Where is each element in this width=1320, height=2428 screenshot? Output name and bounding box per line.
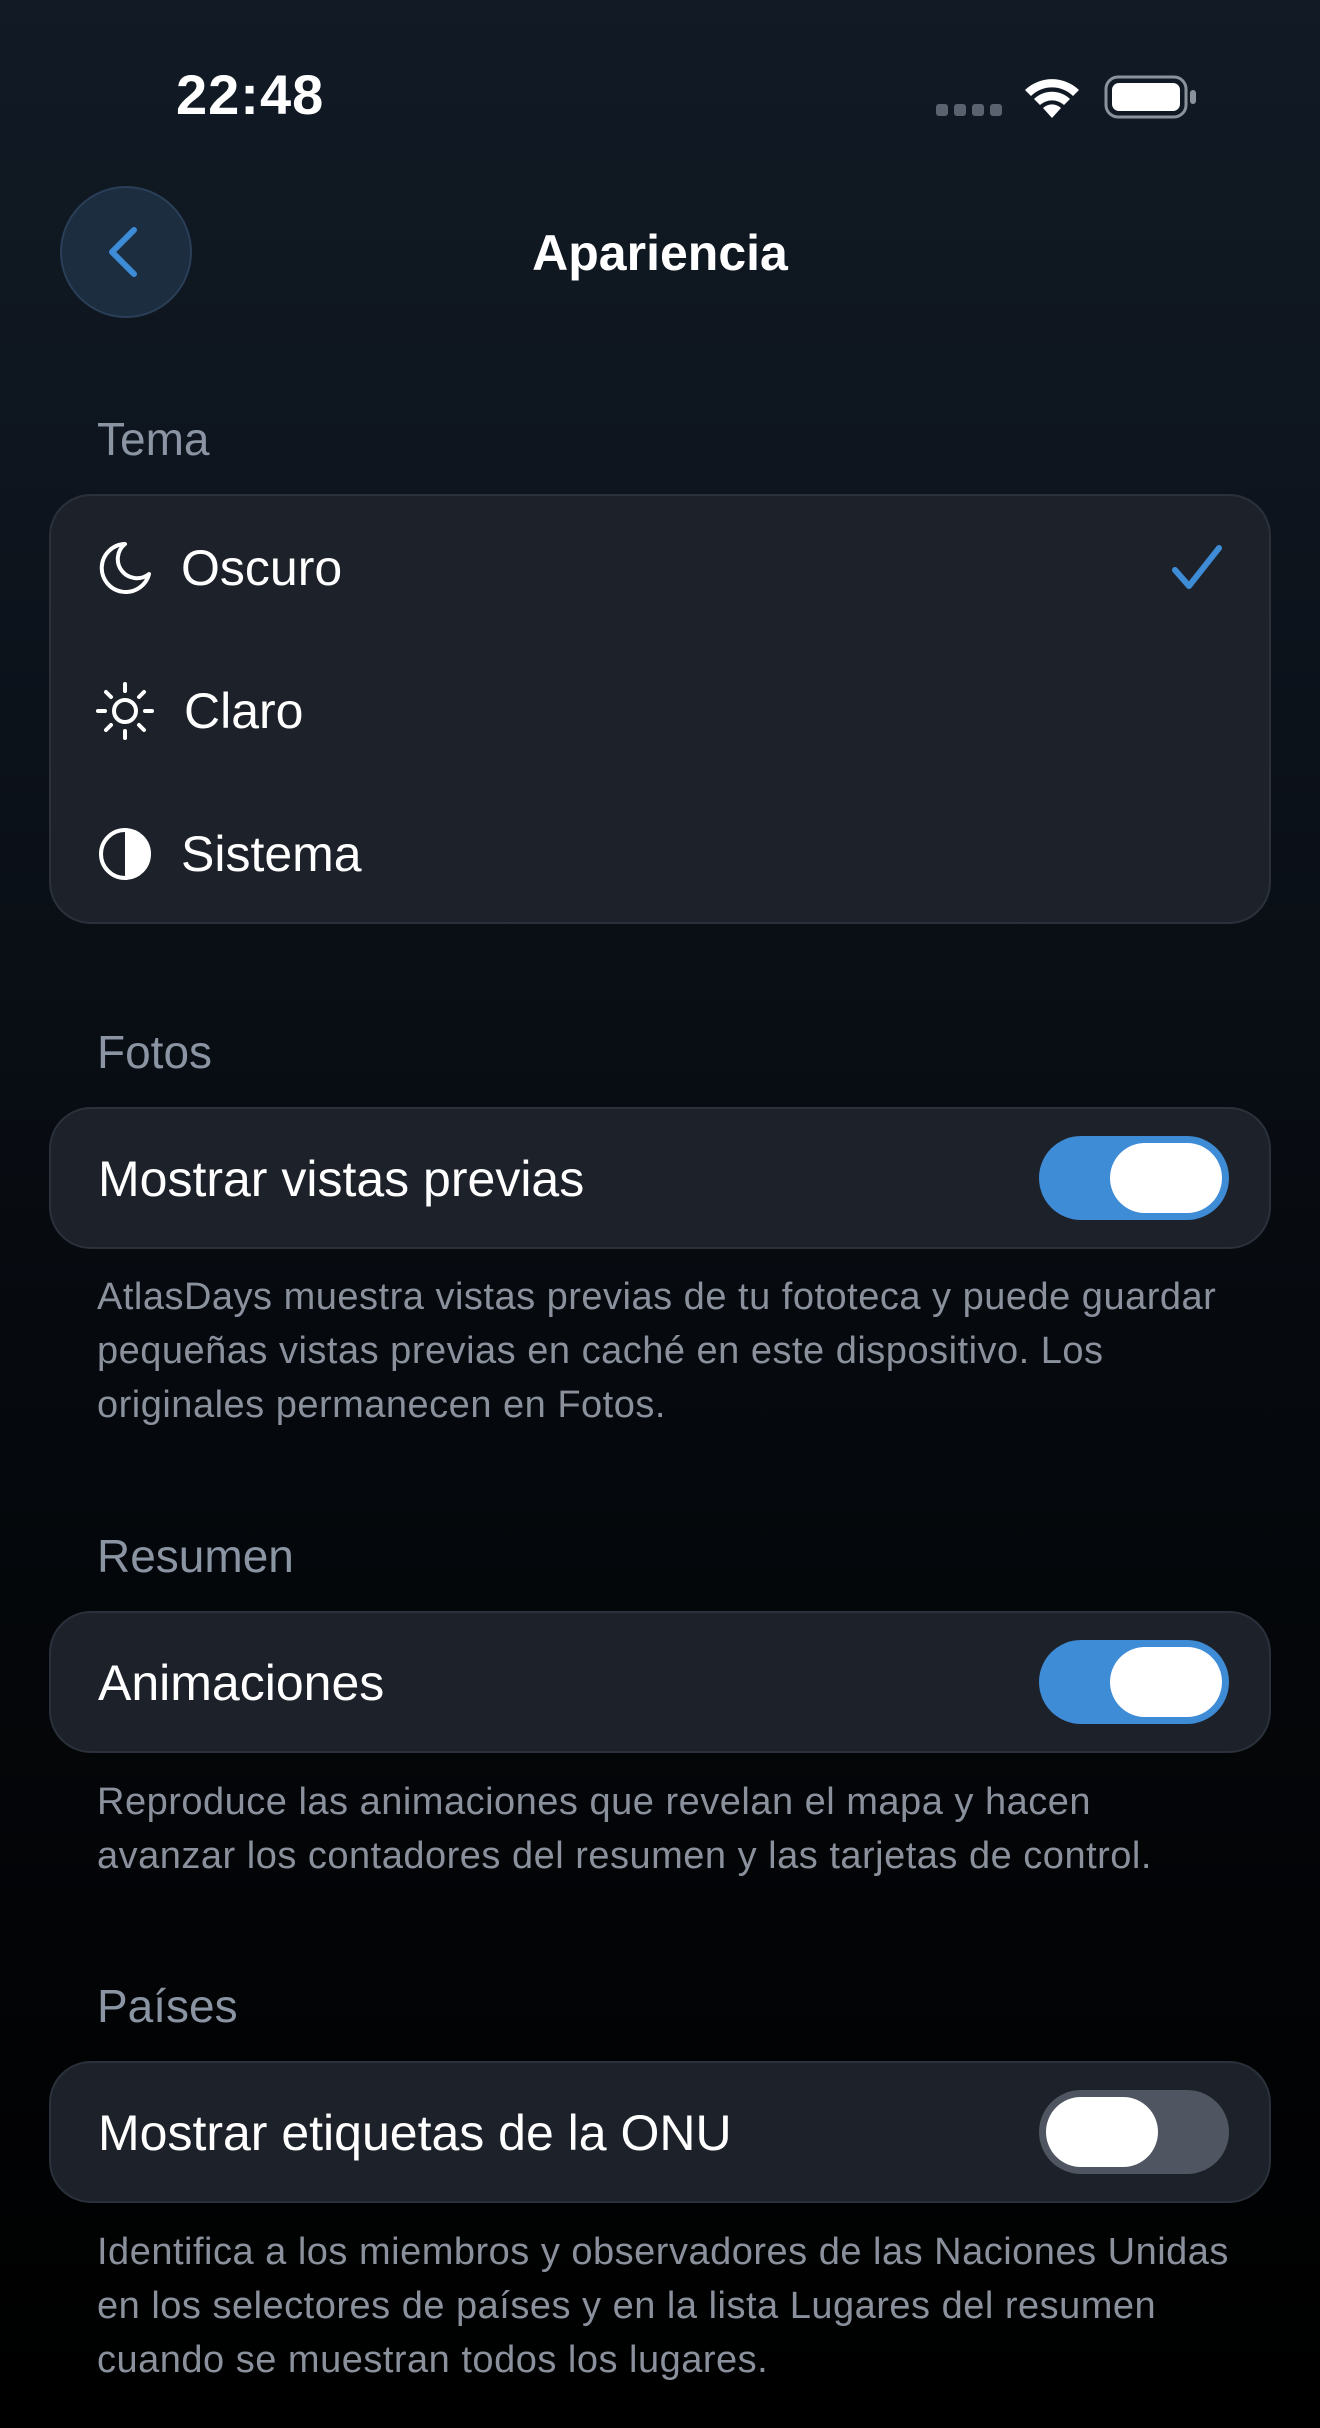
navigation-bar: Apariencia — [0, 186, 1320, 318]
checkmark-icon — [1172, 545, 1222, 589]
toggle-label-un-labels: Mostrar etiquetas de la ONU — [98, 2105, 732, 2161]
toggle-knob — [1110, 1647, 1222, 1717]
section-header-countries: Países — [97, 1980, 238, 2032]
toggle-label-previews: Mostrar vistas previas — [98, 1151, 585, 1207]
toggle-show-previews[interactable] — [1039, 1136, 1229, 1220]
cellular-signal-icon — [936, 104, 1002, 116]
theme-option-label: Sistema — [181, 826, 362, 882]
toggle-knob — [1046, 2097, 1158, 2167]
theme-option-label: Oscuro — [181, 540, 343, 596]
theme-option-light[interactable]: Claro — [51, 639, 1269, 783]
countries-footnote: Identifica a los miembros y observadores… — [97, 2231, 1229, 2381]
page-title: Apariencia — [532, 225, 788, 281]
status-time: 22:48 — [176, 63, 325, 126]
toggle-un-labels[interactable] — [1039, 2090, 1229, 2174]
section-header-summary: Resumen — [97, 1530, 294, 1582]
photos-footnote: AtlasDays muestra vistas previas de tu f… — [97, 1276, 1217, 1426]
summary-card: Animaciones — [49, 1611, 1271, 1753]
section-header-theme: Tema — [97, 413, 210, 465]
summary-footnote: Reproduce las animaciones que revelan el… — [97, 1781, 1152, 1877]
countries-card: Mostrar etiquetas de la ONU — [49, 2061, 1271, 2203]
toggle-knob — [1110, 1143, 1222, 1213]
theme-option-system[interactable]: Sistema — [51, 782, 1269, 926]
toggle-label-animations: Animaciones — [98, 1655, 385, 1711]
toggle-animations[interactable] — [1039, 1640, 1229, 1724]
moon-icon — [99, 542, 151, 594]
sun-icon — [96, 682, 154, 740]
theme-card: Oscuro Claro Sistema — [49, 494, 1271, 924]
theme-option-dark[interactable]: Oscuro — [51, 496, 1269, 640]
status-bar: 22:48 — [0, 0, 1320, 190]
photos-card: Mostrar vistas previas — [49, 1107, 1271, 1249]
theme-option-label: Claro — [184, 683, 304, 739]
half-circle-icon — [99, 828, 151, 880]
wifi-icon — [1025, 79, 1079, 118]
battery-icon — [1104, 75, 1196, 119]
section-header-photos: Fotos — [97, 1026, 213, 1078]
